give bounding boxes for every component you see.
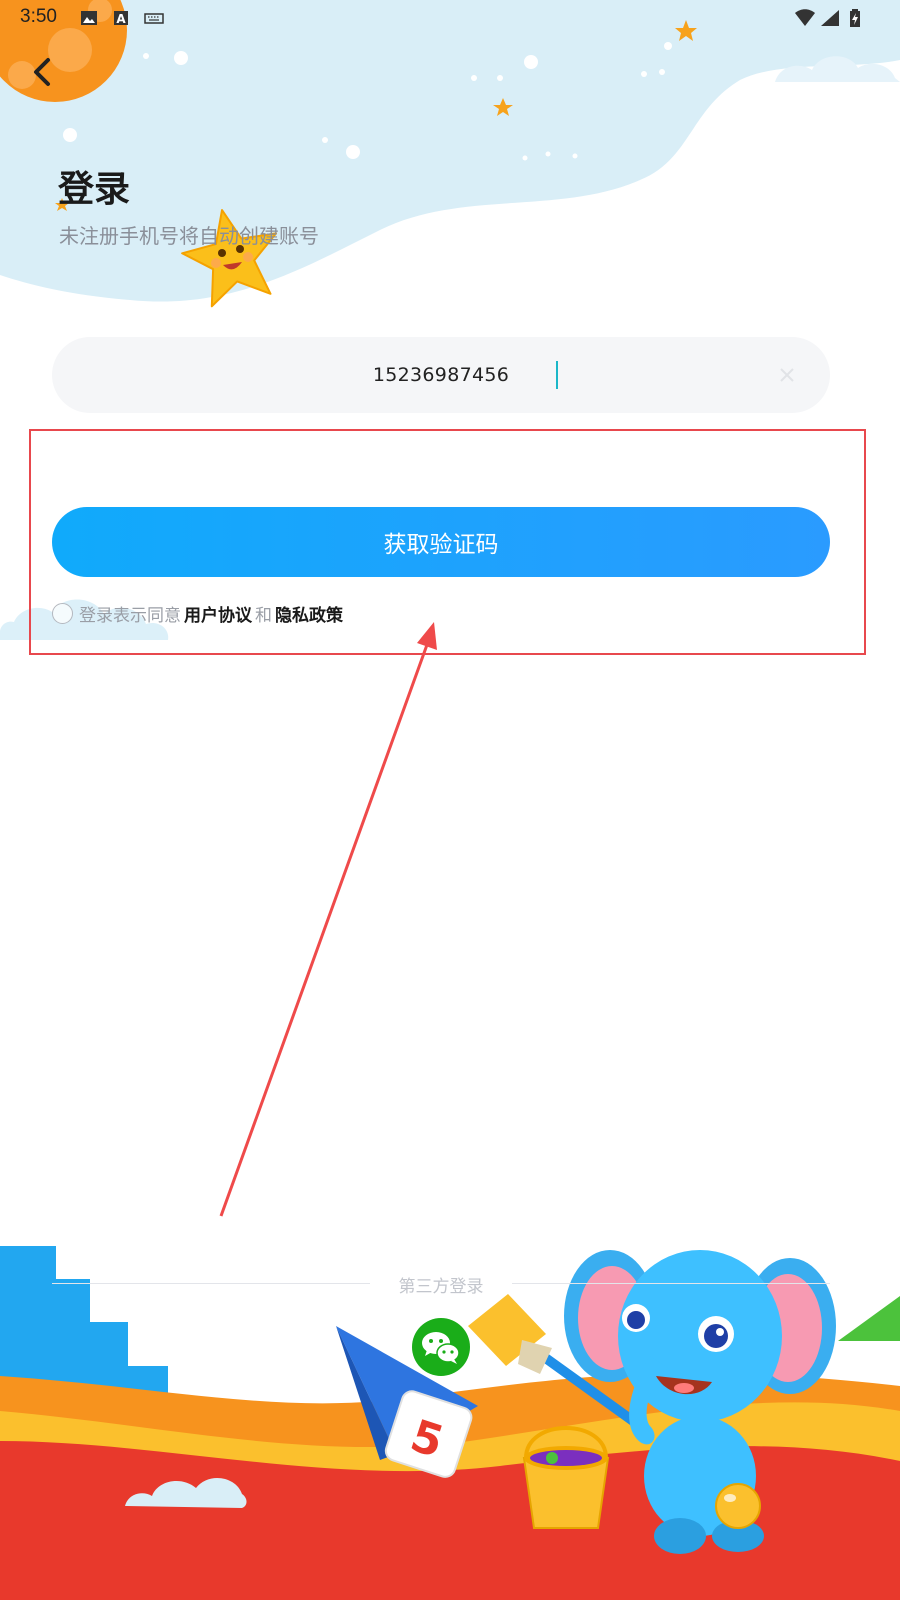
close-icon[interactable] — [776, 364, 798, 386]
wifi-icon — [795, 9, 815, 26]
third-party-login-divider: 第三方登录 — [52, 1272, 830, 1297]
phone-input[interactable] — [52, 337, 830, 413]
privacy-policy-link[interactable]: 隐私政策 — [275, 601, 343, 626]
agreement-and: 和 — [255, 605, 272, 626]
top-decoration-background — [0, 0, 900, 302]
svg-text:A: A — [116, 12, 126, 26]
keyboard-icon — [144, 13, 164, 24]
image-icon — [81, 11, 97, 25]
phone-field — [52, 337, 830, 413]
signal-icon — [821, 10, 839, 26]
status-bar: 3:50 A — [0, 0, 900, 36]
chevron-left-icon[interactable] — [24, 52, 64, 92]
user-agreement-link[interactable]: 用户协议 — [184, 601, 252, 626]
agreement-prefix: 登录表示同意 — [79, 605, 181, 626]
text-a-icon: A — [114, 11, 128, 26]
third-party-login-label: 第三方登录 — [398, 1277, 484, 1297]
page-title: 登录 — [58, 169, 131, 210]
wechat-icon[interactable] — [411, 1317, 471, 1377]
page-subtitle: 未注册手机号将自动创建账号 — [59, 224, 319, 248]
get-verification-code-button[interactable]: 获取验证码 — [52, 507, 830, 577]
status-time: 3:50 — [20, 6, 57, 27]
agreement-checkbox[interactable] — [52, 602, 73, 624]
text-cursor — [556, 361, 558, 389]
agreement-row: 登录表示同意 用户协议 和 隐私政策 — [52, 600, 346, 626]
battery-icon — [850, 9, 860, 27]
